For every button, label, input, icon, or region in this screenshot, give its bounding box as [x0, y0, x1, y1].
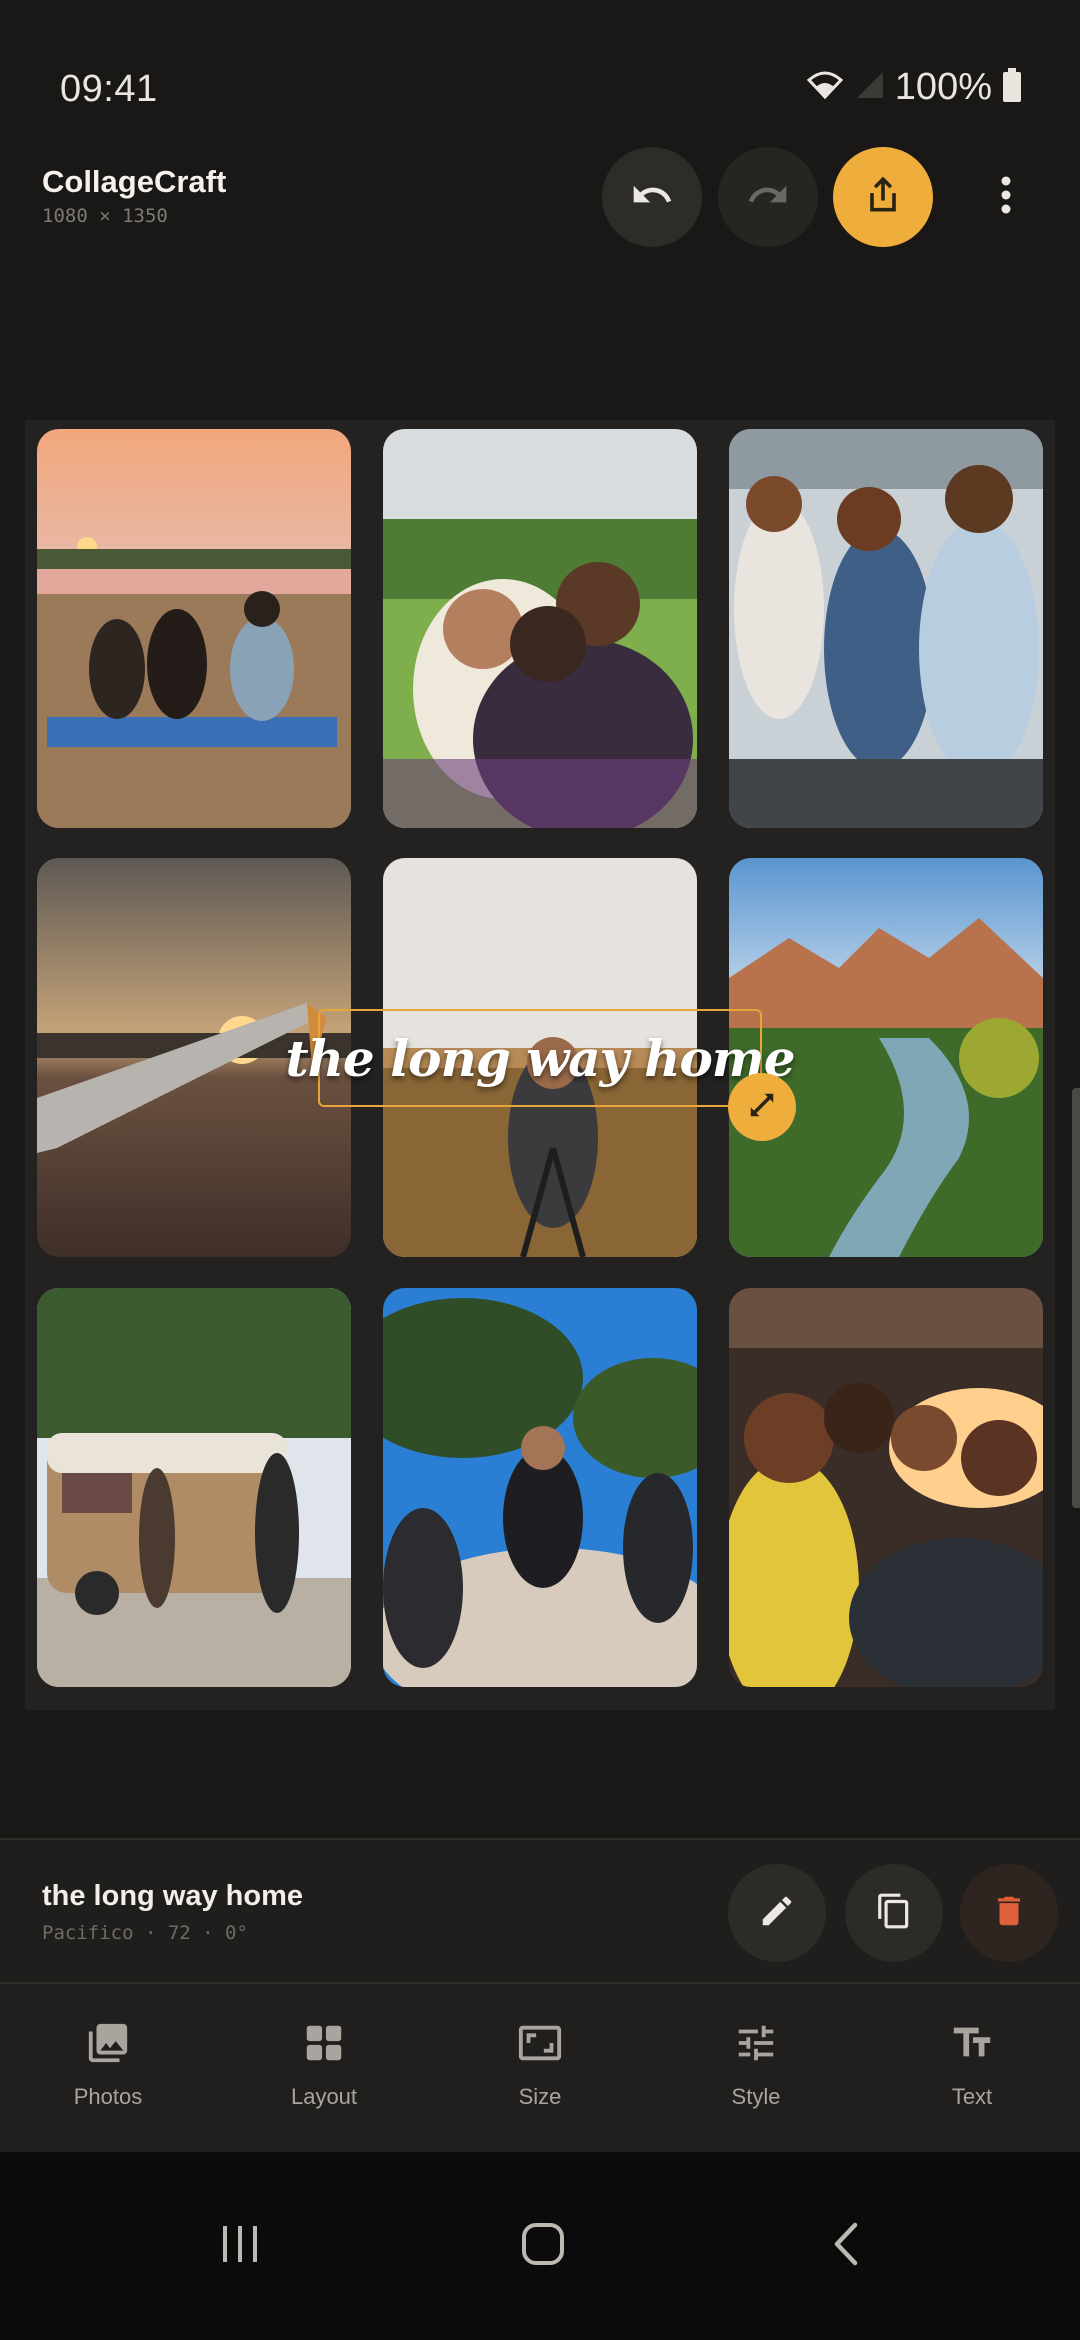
battery-icon [1002, 68, 1022, 107]
aspect-ratio-icon [515, 2018, 565, 2068]
photo-friends-boulders [383, 1288, 697, 1687]
tab-label: Text [951, 2084, 993, 2109]
status-icons: 100% [805, 66, 1022, 109]
tab-label: Layout [290, 2084, 358, 2109]
text-icon [947, 2018, 997, 2068]
redo-icon [746, 173, 790, 222]
duplicate-button[interactable] [845, 1864, 943, 1962]
app-title: CollageCraft [42, 164, 227, 199]
undo-icon [630, 173, 674, 222]
redo-button[interactable] [718, 147, 818, 247]
text-overlay[interactable]: the long way home [285, 1009, 796, 1107]
photo-cell-7[interactable] [37, 1288, 351, 1687]
status-time: 09:41 [60, 68, 158, 110]
photo-friends-boat [729, 429, 1043, 828]
status-bar: 09:41 100% [0, 0, 1080, 150]
selected-layer-panel: the long way home Pacifico · 72 · 0° [0, 1838, 1080, 1982]
text-overlay-content: the long way home [285, 1028, 795, 1088]
tab-photos[interactable]: Photos [0, 1984, 216, 2152]
tab-layout[interactable]: Layout [216, 1984, 432, 2152]
canvas-dimensions: 1080 × 1350 [42, 205, 168, 227]
tab-text[interactable]: Text [864, 1984, 1080, 2152]
grid-icon [299, 2018, 349, 2068]
share-icon [861, 173, 905, 222]
home-icon [520, 2221, 566, 2272]
photo-beach-sunset [37, 429, 351, 828]
battery-percent: 100% [894, 66, 992, 108]
share-button[interactable] [833, 147, 933, 247]
trash-icon [990, 1892, 1028, 1935]
back-button[interactable] [786, 2152, 906, 2340]
tab-label: Photos [73, 2084, 143, 2109]
pencil-icon [758, 1892, 796, 1935]
more-vert-icon [999, 173, 1013, 222]
more-options-button[interactable] [956, 147, 1056, 247]
copy-icon [875, 1892, 913, 1935]
system-navigation-bar [0, 2152, 1080, 2340]
bottom-toolbar: Photos Layout Size Style Text [0, 1982, 1080, 2152]
edit-text-button[interactable] [728, 1864, 826, 1962]
recents-icon [218, 2222, 262, 2271]
undo-button[interactable] [602, 147, 702, 247]
photo-cell-8[interactable] [383, 1288, 697, 1687]
edge-scroll-handle[interactable] [1072, 1088, 1080, 1508]
photo-icon [83, 2018, 133, 2068]
tab-style[interactable]: Style [648, 1984, 864, 2152]
selected-layer-meta: Pacifico · 72 · 0° [42, 1922, 248, 1944]
tab-size[interactable]: Size [432, 1984, 648, 2152]
photo-couple-meadow [383, 429, 697, 828]
delete-button[interactable] [960, 1864, 1058, 1962]
photo-cell-2[interactable] [383, 429, 697, 828]
photo-vintage-van [37, 1288, 351, 1687]
selected-layer-title: the long way home [42, 1880, 304, 1912]
home-button[interactable] [483, 2152, 603, 2340]
resize-icon [747, 1090, 777, 1125]
signal-icon [855, 70, 885, 105]
wifi-icon [805, 70, 845, 105]
back-icon [831, 2221, 861, 2272]
photo-cell-1[interactable] [37, 429, 351, 828]
recents-button[interactable] [180, 2152, 300, 2340]
photo-friends-car [729, 1288, 1043, 1687]
tab-label: Size [518, 2084, 562, 2109]
resize-handle[interactable] [728, 1073, 796, 1141]
photo-cell-9[interactable] [729, 1288, 1043, 1687]
sliders-icon [731, 2018, 781, 2068]
tab-label: Style [731, 2084, 781, 2109]
photo-cell-3[interactable] [729, 429, 1043, 828]
